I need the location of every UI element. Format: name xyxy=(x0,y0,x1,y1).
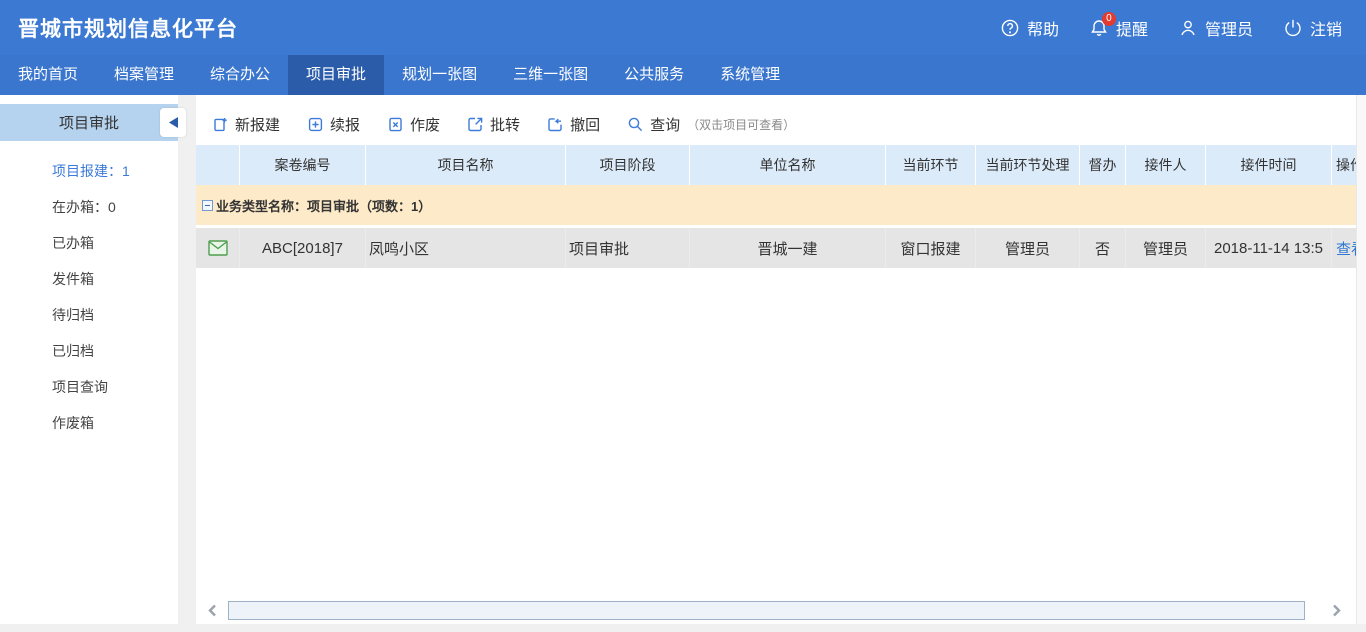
main-nav: 我的首页 档案管理 综合办公 项目审批 规划一张图 三维一张图 公共服务 系统管… xyxy=(0,55,1366,95)
cell-project-name: 凤鸣小区 xyxy=(366,228,566,268)
reminder-label: 提醒 xyxy=(1116,16,1148,40)
cell-case-number: ABC[2018]7 xyxy=(240,228,366,268)
continue-report-button[interactable]: 续报 xyxy=(307,114,360,135)
tab-archive-mgmt[interactable]: 档案管理 xyxy=(96,55,192,95)
scrollbar-thumb[interactable] xyxy=(228,601,1305,620)
col-operations: 操作 xyxy=(1332,145,1356,185)
action-toolbar: 新报建 续报 作废 批转 撤回 查询 （双击项目可查看） xyxy=(196,104,1356,145)
col-icon xyxy=(196,145,240,185)
col-case-number: 案卷编号 xyxy=(240,145,366,185)
main-panel: 新报建 续报 作废 批转 撤回 查询 （双击项目可查看） xyxy=(196,95,1356,632)
collapse-group-icon[interactable] xyxy=(202,200,213,211)
user-label: 管理员 xyxy=(1205,16,1253,40)
col-current-step-handler: 当前环节处理 xyxy=(976,145,1080,185)
transfer-button[interactable]: 批转 xyxy=(467,114,520,135)
sidebar-item-project-query[interactable]: 项目查询 xyxy=(0,369,178,405)
vertical-scrollbar-gutter[interactable] xyxy=(1356,95,1366,632)
reminder-badge: 0 xyxy=(1102,12,1116,26)
logout-label: 注销 xyxy=(1310,16,1342,40)
search-label: 查询 xyxy=(650,114,680,135)
tab-my-home[interactable]: 我的首页 xyxy=(0,55,96,95)
new-report-button[interactable]: 新报建 xyxy=(212,114,280,135)
tab-general-office[interactable]: 综合办公 xyxy=(192,55,288,95)
sidebar-item-done-box[interactable]: 已办箱 xyxy=(0,225,178,261)
scroll-right-button[interactable] xyxy=(1328,602,1344,619)
tab-planning-map[interactable]: 规划一张图 xyxy=(384,55,495,95)
void-label: 作废 xyxy=(410,114,440,135)
new-report-icon xyxy=(212,116,229,133)
tab-system-mgmt[interactable]: 系统管理 xyxy=(702,55,798,95)
withdraw-label: 撤回 xyxy=(570,114,600,135)
app-header: 晋城市规划信息化平台 帮助 0 提醒 管理员 xyxy=(0,0,1366,55)
col-supervise: 督办 xyxy=(1080,145,1126,185)
withdraw-icon xyxy=(547,116,564,133)
transfer-icon xyxy=(467,116,484,133)
cell-supervise: 否 xyxy=(1080,228,1126,268)
col-receiver: 接件人 xyxy=(1126,145,1206,185)
new-report-label: 新报建 xyxy=(235,114,280,135)
sidebar-menu: 项目报建：1 在办箱：0 已办箱 发件箱 待归档 已归档 项目查询 作废箱 xyxy=(0,153,178,441)
bell-icon: 0 xyxy=(1089,18,1109,38)
search-icon xyxy=(627,116,644,133)
sidebar-item-outbox[interactable]: 发件箱 xyxy=(0,261,178,297)
withdraw-button[interactable]: 撤回 xyxy=(547,114,600,135)
envelope-icon xyxy=(208,240,228,256)
cell-current-step: 窗口报建 xyxy=(886,228,976,268)
sidebar-item-void-box[interactable]: 作废箱 xyxy=(0,405,178,441)
col-receive-time: 接件时间 xyxy=(1206,145,1332,185)
help-icon xyxy=(1000,18,1020,38)
sidebar-collapse-button[interactable] xyxy=(160,108,186,137)
sidebar-item-inbox-active[interactable]: 在办箱：0 xyxy=(0,189,178,225)
app-window: 晋城市规划信息化平台 帮助 0 提醒 管理员 xyxy=(0,0,1366,632)
cell-current-step-handler: 管理员 xyxy=(976,228,1080,268)
reminder-button[interactable]: 0 提醒 xyxy=(1089,16,1148,40)
sidebar-title-label: 项目审批 xyxy=(59,112,119,133)
chevron-left-icon xyxy=(208,604,217,617)
cell-project-stage: 项目审批 xyxy=(566,228,690,268)
sidebar-title: 项目审批 xyxy=(0,104,178,141)
help-label: 帮助 xyxy=(1027,16,1059,40)
logout-button[interactable]: 注销 xyxy=(1283,16,1342,40)
group-label: 业务类型名称：项目审批（项数：1） xyxy=(216,196,431,215)
scroll-left-button[interactable] xyxy=(204,602,220,619)
continue-report-icon xyxy=(307,116,324,133)
collapse-left-icon xyxy=(169,117,178,128)
tab-3d-map[interactable]: 三维一张图 xyxy=(495,55,606,95)
user-menu[interactable]: 管理员 xyxy=(1178,16,1253,40)
col-project-stage: 项目阶段 xyxy=(566,145,690,185)
user-icon xyxy=(1178,18,1198,38)
table-row[interactable]: ABC[2018]7 凤鸣小区 项目审批 晋城一建 窗口报建 管理员 否 管理员… xyxy=(196,228,1356,268)
sidebar: 项目审批 项目报建：1 在办箱：0 已办箱 发件箱 待归档 已归档 项目查询 作… xyxy=(0,95,178,632)
sidebar-item-archived[interactable]: 已归档 xyxy=(0,333,178,369)
transfer-label: 批转 xyxy=(490,114,520,135)
search-hint: （双击项目可查看） xyxy=(687,116,795,133)
header-actions: 帮助 0 提醒 管理员 注销 xyxy=(1000,16,1366,40)
col-project-name: 项目名称 xyxy=(366,145,566,185)
void-button[interactable]: 作废 xyxy=(387,114,440,135)
table-header-row: 案卷编号 项目名称 项目阶段 单位名称 当前环节 当前环节处理 督办 接件人 接… xyxy=(196,145,1356,185)
group-row: 业务类型名称：项目审批（项数：1） xyxy=(196,185,1356,225)
sidebar-item-project-filing[interactable]: 项目报建：1 xyxy=(0,153,178,189)
tab-public-service[interactable]: 公共服务 xyxy=(606,55,702,95)
horizontal-scrollbar xyxy=(196,600,1356,621)
cell-receive-time: 2018-11-14 13:5 xyxy=(1206,228,1332,268)
search-button[interactable]: 查询 xyxy=(627,114,680,135)
page-title: 晋城市规划信息化平台 xyxy=(0,13,238,43)
sidebar-main-divider xyxy=(178,95,196,632)
help-button[interactable]: 帮助 xyxy=(1000,16,1059,40)
tab-project-approval[interactable]: 项目审批 xyxy=(288,55,384,95)
cell-receiver: 管理员 xyxy=(1126,228,1206,268)
chevron-right-icon xyxy=(1332,604,1341,617)
view-link[interactable]: 查看 xyxy=(1336,238,1356,259)
power-icon xyxy=(1283,18,1303,38)
cell-unit-name: 晋城一建 xyxy=(690,228,886,268)
results-table: 案卷编号 项目名称 项目阶段 单位名称 当前环节 当前环节处理 督办 接件人 接… xyxy=(196,145,1356,268)
col-unit-name: 单位名称 xyxy=(690,145,886,185)
sidebar-item-to-archive[interactable]: 待归档 xyxy=(0,297,178,333)
void-icon xyxy=(387,116,404,133)
col-current-step: 当前环节 xyxy=(886,145,976,185)
bottom-strip xyxy=(0,624,1366,632)
continue-report-label: 续报 xyxy=(330,114,360,135)
